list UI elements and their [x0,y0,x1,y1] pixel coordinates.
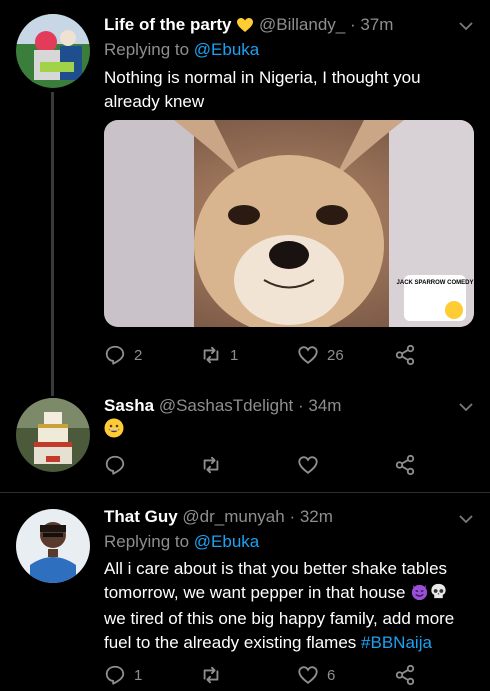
text-line: fuel to the already existing flames #BBN… [104,632,432,652]
retweet-icon [203,666,219,684]
reply-icon [105,665,125,685]
like-count: 6 [327,666,336,684]
heart-icon [298,346,318,364]
user-handle[interactable]: @dr_munyah [182,507,284,526]
avatar[interactable] [16,14,90,88]
like-button[interactable] [297,453,319,477]
tweet-text: Nothing is normal in Nigeria, I thought … [104,68,421,111]
smiling-devil-icon [410,582,429,608]
retweet-button[interactable] [200,663,222,687]
retweet-button[interactable] [200,453,222,477]
reply-count: 1 [134,666,143,684]
tweet-text [104,418,464,445]
mention-link[interactable]: @Ebuka [194,40,259,59]
avatar[interactable] [16,509,90,583]
user-handle[interactable]: @Billandy_ [259,15,345,34]
user-handle[interactable]: @SashasTdelight [159,396,293,415]
replying-to: Replying to @Ebuka [104,40,260,59]
share-button[interactable] [394,343,416,367]
timestamp[interactable]: · 37m [350,15,393,34]
tweet-3[interactable]: That Guy @dr_munyah · 32m Replying to @E… [0,493,490,691]
share-icon [395,344,415,366]
yellow-heart-icon [236,17,254,38]
display-name[interactable]: Sasha [104,396,154,415]
tweet-1[interactable]: Life of the party @Billandy_ · 37m Reply… [0,0,490,390]
chevron-down-icon[interactable] [458,511,474,527]
tweet-actions [104,453,424,477]
share-icon [395,454,415,476]
reply-icon [105,455,125,475]
retweet-icon [203,456,219,474]
like-button[interactable]: 26 [297,343,344,367]
tweet-header: That Guy @dr_munyah · 32m [104,507,450,527]
text-line: we tired of this one big happy family, a… [104,609,455,628]
reply-icon [105,345,125,365]
tweet-2[interactable]: Sasha @SashasTdelight · 34m [0,390,490,493]
display-name[interactable]: That Guy [104,507,178,526]
heart-icon [298,456,318,474]
chevron-down-icon[interactable] [458,399,474,415]
tweet-header: Sasha @SashasTdelight · 34m [104,396,450,416]
skull-icon [429,582,448,608]
tweet-image[interactable]: JACK SPARROW COMEDY [104,120,474,327]
heart-icon [298,666,318,684]
retweet-button[interactable]: 1 [200,343,238,367]
retweet-icon [203,346,219,364]
timestamp[interactable]: · 34m [298,396,341,415]
reply-button[interactable]: 2 [104,343,142,367]
text-line: tomorrow, we want pepper in that house [104,581,464,608]
retweet-count: 1 [230,346,239,364]
avatar[interactable] [16,398,90,472]
like-count: 26 [327,346,344,364]
chevron-down-icon[interactable] [458,18,474,34]
tweet-header: Life of the party @Billandy_ · 37m [104,15,450,38]
like-button[interactable]: 6 [297,663,335,687]
mention-link[interactable]: @Ebuka [194,532,259,551]
share-button[interactable] [394,663,416,687]
tweet-actions: 2 1 26 [104,343,424,367]
reply-button[interactable]: 1 [104,663,142,687]
watermark-text: JACK SPARROW COMEDY [397,280,474,286]
grinning-face-icon [104,418,124,445]
share-button[interactable] [394,453,416,477]
display-name[interactable]: Life of the party [104,15,232,34]
tweet-text: All i care about is that you better shak… [104,557,464,654]
timestamp[interactable]: · 32m [289,507,332,526]
share-icon [395,664,415,686]
reply-count: 2 [134,346,143,364]
tweet-actions: 1 6 [104,663,424,687]
replying-to: Replying to @Ebuka [104,532,260,551]
text-line: All i care about is that you better shak… [104,559,448,578]
reply-button[interactable] [104,453,126,477]
hashtag-link[interactable]: #BBNaija [361,633,432,652]
